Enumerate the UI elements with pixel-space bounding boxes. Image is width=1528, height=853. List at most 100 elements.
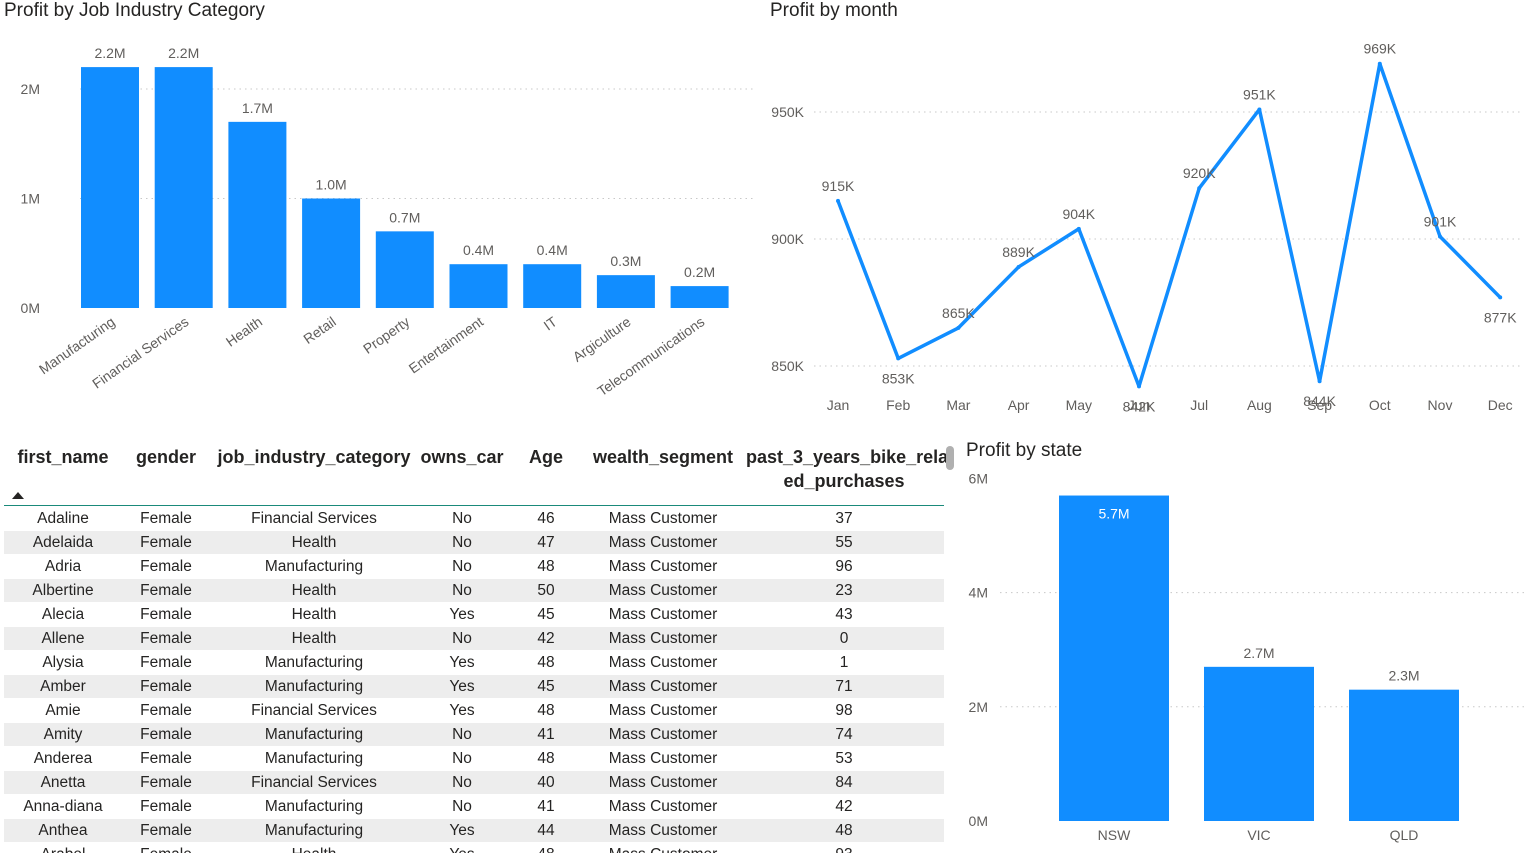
cell-owns-car: Yes: [416, 843, 508, 853]
col-header-past-3-years-bike-related-purchases[interactable]: past_3_years_bike_relat ed_purchases: [746, 445, 954, 493]
bar-nsw: [1059, 495, 1169, 821]
table-row[interactable]: Amie Female Financial Services Yes 48 Mass Cu…: [4, 699, 944, 723]
cell-past-3-years-bike-related-purchases: 98: [835, 702, 853, 719]
y-tick-label: 0M: [21, 300, 40, 316]
data-point: [1377, 61, 1382, 66]
table-row[interactable]: Arabel Female HealthYes 48 Mass Customer 93: [4, 843, 944, 853]
cell-age: 47: [537, 534, 555, 551]
cell-owns-car: Yes: [449, 702, 475, 719]
cell-wealth-segment: Mass Customer: [592, 843, 734, 853]
data-point: [1137, 384, 1141, 389]
cell-gender: Female: [140, 726, 192, 743]
cell-owns-car: No: [452, 510, 472, 527]
col-header-first-name[interactable]: first_name: [8, 445, 118, 469]
data-label: 877K: [1484, 309, 1517, 325]
col-header-age[interactable]: Age: [516, 445, 576, 469]
state-bar-chart[interactable]: 0M 2M 4M 6M 5.7M NSW 2.7M VIC 2.3M QLD: [966, 440, 1528, 853]
data-point: [956, 325, 961, 330]
table-row[interactable]: Amity Female Manufacturing No 41 Mass Custome…: [4, 723, 944, 747]
state-chart-visual[interactable]: Profit by state 0M 2M 4M 6M 5.7M NSW 2.7M VIC 2.…: [966, 440, 1528, 853]
month-chart-visual[interactable]: Profit by month 850K 900K 950K 915K Jan 853K F…: [770, 0, 1528, 420]
cell-past-3-years-bike-related-purchases: 74: [835, 726, 853, 743]
cell-wealth-segment: Mass Customer: [608, 726, 718, 743]
x-tick-label: Jun: [1128, 397, 1151, 413]
table-row[interactable]: Alysia Female Manufacturing Yes 48 Mass Custo…: [4, 651, 944, 675]
cell-age: 48: [537, 750, 555, 767]
table-header: first_name gender job_industry_category …: [4, 436, 954, 506]
cell-age: 48: [537, 654, 555, 671]
table-row[interactable]: Adria Female Manufacturing No 48 Mass Custome…: [4, 555, 944, 579]
table-row[interactable]: Anetta Female Financial Services No 40 Mass C…: [4, 771, 944, 795]
cell-past-3-years-bike-related-purchases: 37: [835, 510, 853, 527]
cell-gender: Female: [140, 702, 192, 719]
bar-qld: [1349, 689, 1459, 821]
cell-gender: Female: [140, 774, 192, 791]
bar-retail: [302, 198, 361, 308]
cell-gender: Female: [140, 798, 192, 815]
col-header-owns-car[interactable]: owns_car: [416, 445, 508, 469]
cell-job-industry-category: Manufacturing: [264, 750, 364, 767]
cell-job-industry-category: Financial Services: [251, 774, 377, 791]
cell-age: 48: [537, 702, 555, 719]
cell-first-name: Adelaida: [32, 534, 94, 551]
cell-past-3-years-bike-related-purchases: 48: [835, 822, 853, 839]
table-row[interactable]: Anna-diana Female Manufacturing No 41 Mass Cu…: [4, 795, 944, 819]
table-row[interactable]: Anthea Female Manufacturing Yes 44 Mass Custo…: [4, 819, 944, 843]
table-row[interactable]: Allene Female Health No 42 Mass Customer 0: [4, 627, 944, 651]
cell-owns-car: No: [452, 798, 472, 815]
table-row[interactable]: Albertine Female Health No 50 Mass Customer 23: [4, 579, 944, 603]
col-header-job-industry-category[interactable]: job_industry_category: [214, 445, 414, 469]
col-header-past-3-years-line1: past_3_years_bike_relat: [746, 447, 954, 467]
sort-ascending-icon[interactable]: [12, 492, 24, 499]
table-row[interactable]: Adelaida Female Health No 47 Mass Customer 55: [4, 531, 944, 555]
cell-job-industry-category: Financial Services: [251, 702, 377, 719]
cell-gender: Female: [140, 678, 192, 695]
data-label: 1.0M: [316, 177, 347, 193]
y-tick-label: 900K: [771, 231, 804, 247]
cell-wealth-segment: Mass Customer: [608, 654, 718, 671]
cell-gender: Female: [140, 558, 192, 575]
cell-gender: Female: [140, 606, 192, 623]
col-header-gender[interactable]: gender: [126, 445, 206, 469]
cell-gender: Female: [140, 822, 192, 839]
table-row[interactable]: Amber Female Manufacturing Yes 45 Mass Custom…: [4, 675, 944, 699]
cell-owns-car: No: [452, 630, 472, 647]
cell-past-3-years-bike-related-purchases: 1: [839, 654, 849, 671]
cell-wealth-segment: Mass Customer: [608, 558, 718, 575]
table-row[interactable]: Alecia Female Health Yes 45 Mass Customer 43: [4, 603, 944, 627]
y-tick-label: 4M: [969, 585, 988, 601]
cell-past-3-years-bike-related-purchases: 0: [839, 630, 849, 647]
cell-age: 45: [537, 678, 555, 695]
cell-past-3-years-bike-related-purchases: 23: [835, 582, 853, 599]
table-row[interactable]: Adaline Female Financial Services No 46 Mass …: [4, 507, 944, 531]
cell-wealth-segment: Mass Customer: [608, 630, 718, 647]
data-label: 969K: [1363, 41, 1396, 57]
x-tick-label: Health: [223, 313, 265, 349]
x-tick-label: Dec: [1488, 397, 1513, 413]
month-line-chart[interactable]: 850K 900K 950K 915K Jan 853K Feb 865K Mar 889K Apr…: [770, 0, 1528, 420]
y-tick-label: 1M: [21, 191, 40, 207]
cell-wealth-segment: Mass Customer: [608, 510, 718, 527]
bar-health: [228, 121, 287, 308]
cell-first-name: Adria: [44, 558, 82, 575]
cell-age: 48: [516, 843, 576, 853]
industry-bar-chart[interactable]: 0M1M2M2.2MManufacturing2.2MFinancial Ser…: [4, 0, 760, 420]
data-label: 0.4M: [463, 242, 494, 258]
data-point: [896, 356, 901, 361]
data-label: 2.2M: [168, 45, 199, 61]
cell-wealth-segment: Mass Customer: [608, 582, 718, 599]
cell-age: 48: [537, 558, 555, 575]
cell-past-3-years-bike-related-purchases: 93: [746, 843, 942, 853]
industry-chart-visual[interactable]: Profit by Job Industry Category 0M 1M 2M 2.…: [4, 0, 760, 420]
cell-owns-car: Yes: [449, 678, 475, 695]
customer-table[interactable]: first_name gender job_industry_category …: [4, 436, 954, 853]
cell-first-name: Anthea: [38, 822, 88, 839]
col-header-wealth-segment[interactable]: wealth_segment: [592, 445, 734, 469]
y-tick-label: 6M: [969, 470, 988, 486]
data-label: 1.7M: [242, 100, 273, 116]
table-scrollbar[interactable]: [946, 446, 954, 470]
x-tick-label: Entertainment: [406, 313, 487, 376]
x-tick-label: Mar: [946, 397, 970, 413]
x-tick-label: Nov: [1428, 397, 1453, 413]
table-row[interactable]: Anderea Female Manufacturing No 48 Mass Custo…: [4, 747, 944, 771]
